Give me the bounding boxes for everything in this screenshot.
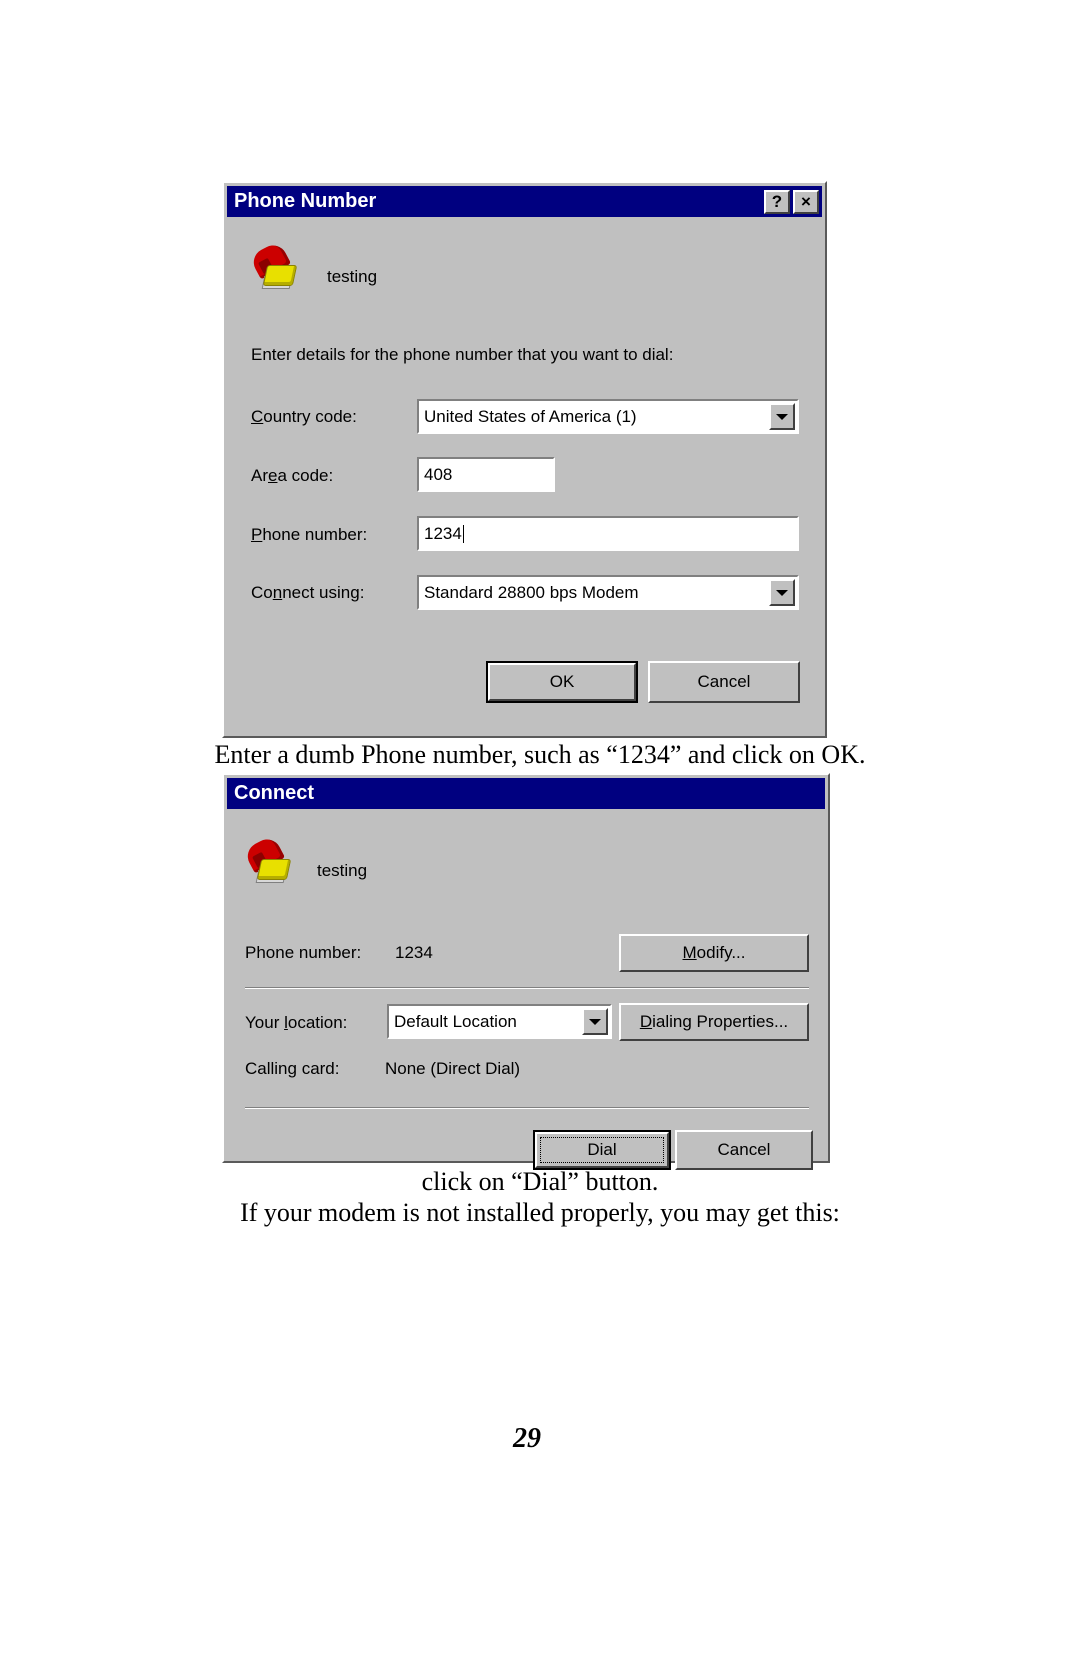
connect-phone-number-value: 1234 — [395, 943, 433, 962]
dialog-frame: Connect testing Phone number: 1234 Modif… — [222, 773, 830, 1170]
cancel-button-label: Cancel — [697, 672, 751, 691]
chevron-down-icon[interactable] — [582, 1008, 608, 1035]
ok-button[interactable]: OK — [486, 661, 638, 703]
connect-body: testing Phone number: 1234 Modify... You… — [227, 809, 825, 1170]
dial-button[interactable]: Dial — [533, 1130, 671, 1170]
calling-card-value: None (Direct Dial) — [385, 1059, 521, 1078]
dialing-properties-button[interactable]: Dialing Properties... — [619, 1003, 809, 1041]
country-code-label: Country code: — [251, 407, 357, 426]
connect-using-label: Connect using: — [251, 583, 365, 602]
connect-using-combobox[interactable]: Standard 28800 bps Modem — [417, 575, 799, 610]
help-button[interactable]: ? — [764, 189, 790, 214]
modify-button[interactable]: Modify... — [619, 934, 809, 972]
your-location-combobox[interactable]: Default Location — [387, 1004, 612, 1039]
area-code-value: 408 — [424, 464, 453, 484]
cancel-button[interactable]: Cancel — [675, 1130, 813, 1170]
your-location-value: Default Location — [394, 1011, 517, 1031]
connect-phone-number-label: Phone number: — [245, 943, 362, 962]
dialog-title: Phone Number — [234, 190, 377, 212]
phone-number-label: Phone number: — [251, 525, 368, 544]
caption-click-dial: click on “Dial” button. — [421, 1167, 659, 1196]
calling-card-label: Calling card: — [245, 1059, 340, 1078]
modify-button-label: Modify... — [682, 943, 746, 962]
phone-number-input[interactable]: 1234 — [417, 516, 799, 551]
connection-entry-name: testing — [327, 267, 378, 286]
phone-number-dialog: Phone Number ? × testing Enter details f… — [222, 181, 827, 738]
connect-dialog: Connect testing Phone number: 1234 Modif… — [222, 773, 830, 1170]
ok-button-label: OK — [549, 672, 575, 691]
close-icon[interactable]: × — [793, 189, 819, 214]
country-code-combobox[interactable]: United States of America (1) — [417, 399, 799, 434]
caption-modem-not-installed: If your modem is not installed properly,… — [240, 1198, 840, 1227]
connection-entry-name: testing — [317, 861, 368, 880]
area-code-label: Area code: — [251, 466, 334, 485]
chevron-down-icon[interactable] — [769, 579, 795, 606]
connect-titlebar[interactable]: Connect — [227, 778, 825, 809]
divider — [245, 987, 809, 989]
instruction-text: Enter details for the phone number that … — [251, 345, 674, 364]
phone-number-titlebar[interactable]: Phone Number ? × — [227, 186, 822, 217]
page-number: 29 — [513, 1423, 541, 1454]
area-code-input[interactable]: 408 — [417, 457, 555, 492]
divider — [245, 1107, 809, 1109]
dialing-properties-button-label: Dialing Properties... — [639, 1012, 789, 1031]
country-code-value: United States of America (1) — [424, 406, 637, 426]
phone-number-value: 1234 — [424, 523, 462, 543]
cancel-button[interactable]: Cancel — [648, 661, 800, 703]
phone-icon — [248, 240, 298, 289]
chevron-down-icon[interactable] — [769, 403, 795, 430]
your-location-label: Your location: — [245, 1013, 348, 1032]
phone-icon — [242, 834, 292, 883]
connect-using-value: Standard 28800 bps Modem — [424, 582, 639, 602]
phone-number-body: testing Enter details for the phone numb… — [227, 217, 822, 733]
cancel-button-label: Cancel — [717, 1140, 771, 1159]
dialog-frame: Phone Number ? × testing Enter details f… — [222, 181, 827, 738]
dial-button-label: Dial — [587, 1140, 617, 1159]
caption-enter-phone-number: Enter a dumb Phone number, such as “1234… — [214, 740, 866, 769]
dialog-title: Connect — [234, 782, 314, 804]
